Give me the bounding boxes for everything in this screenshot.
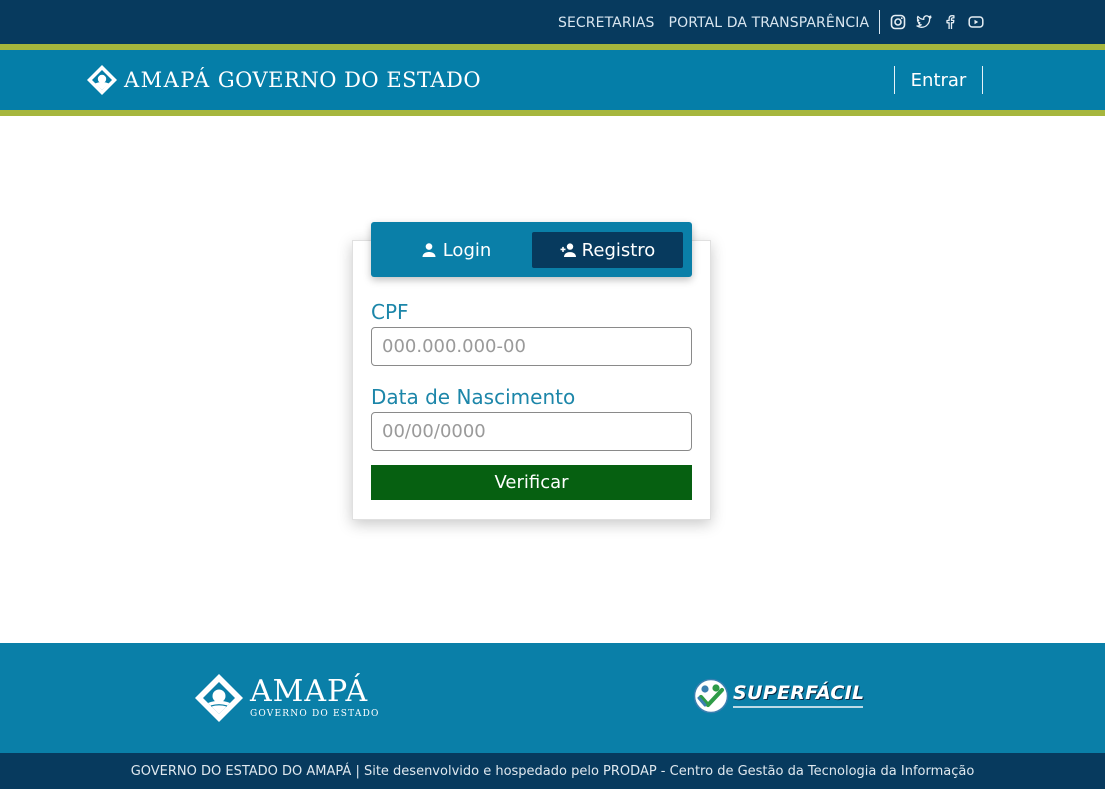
twitter-icon[interactable] bbox=[916, 14, 932, 30]
secretarias-link[interactable]: SECRETARIAS bbox=[558, 15, 655, 31]
person-icon bbox=[422, 243, 436, 257]
person-add-icon bbox=[560, 243, 576, 257]
superfacil-logo: SUPERFÁCIL bbox=[693, 676, 864, 716]
social-links bbox=[879, 10, 984, 34]
superfacil-title: SUPERFÁCIL bbox=[733, 682, 865, 704]
top-links: SECRETARIAS PORTAL DA TRANSPARÊNCIA bbox=[558, 14, 869, 32]
birth-date-input[interactable] bbox=[371, 412, 692, 451]
superfacil-check-icon bbox=[693, 678, 729, 714]
amapa-logo-icon bbox=[87, 65, 117, 95]
portal-transparencia-link[interactable]: PORTAL DA TRANSPARÊNCIA bbox=[669, 15, 870, 31]
brand-name-rest: GOVERNO DO ESTADO bbox=[217, 68, 482, 92]
entrar-button[interactable]: Entrar bbox=[911, 70, 967, 91]
top-bar: SECRETARIAS PORTAL DA TRANSPARÊNCIA bbox=[0, 0, 1105, 44]
amapa-emblem-icon bbox=[195, 674, 243, 722]
footer-logo-subtitle: GOVERNO DO ESTADO bbox=[250, 709, 380, 719]
youtube-icon[interactable] bbox=[968, 14, 984, 30]
superfacil-words: SUPERFÁCIL bbox=[733, 682, 864, 710]
brand[interactable]: AMAPÁ GOVERNO DO ESTADO bbox=[86, 64, 481, 96]
login-link-wrapper: Entrar bbox=[894, 66, 983, 94]
footer-amapa-words: AMAPÁ GOVERNO DO ESTADO bbox=[250, 676, 380, 720]
site-header: AMAPÁ GOVERNO DO ESTADO Entrar bbox=[0, 50, 1105, 110]
brand-name-strong: AMAPÁ bbox=[124, 68, 211, 92]
accent-stripe-bottom bbox=[0, 110, 1105, 116]
footer-credits: GOVERNO DO ESTADO DO AMAPÁ | Site desenv… bbox=[130, 763, 975, 779]
superfacil-tagline-mark bbox=[733, 706, 863, 708]
brand-name: AMAPÁ GOVERNO DO ESTADO bbox=[124, 68, 481, 92]
tab-registro-label: Registro bbox=[581, 239, 656, 261]
tab-registro[interactable]: Registro bbox=[532, 232, 683, 268]
site-footer: AMAPÁ GOVERNO DO ESTADO SUPERFÁCIL bbox=[0, 643, 1105, 753]
cpf-input[interactable] bbox=[371, 327, 692, 366]
tab-login[interactable]: Login bbox=[381, 232, 531, 268]
footer-credits-bar: GOVERNO DO ESTADO DO AMAPÁ | Site desenv… bbox=[0, 753, 1105, 789]
footer-logo-title: AMAPÁ bbox=[250, 674, 369, 709]
verify-button[interactable]: Verificar bbox=[371, 465, 692, 500]
footer-amapa-logo: AMAPÁ GOVERNO DO ESTADO bbox=[194, 671, 380, 725]
tab-login-label: Login bbox=[442, 239, 492, 261]
cpf-label: CPF bbox=[371, 300, 409, 324]
birth-date-label: Data de Nascimento bbox=[371, 385, 576, 409]
auth-tabs: Login Registro bbox=[371, 222, 692, 277]
instagram-icon[interactable] bbox=[890, 14, 906, 30]
facebook-icon[interactable] bbox=[942, 14, 958, 30]
